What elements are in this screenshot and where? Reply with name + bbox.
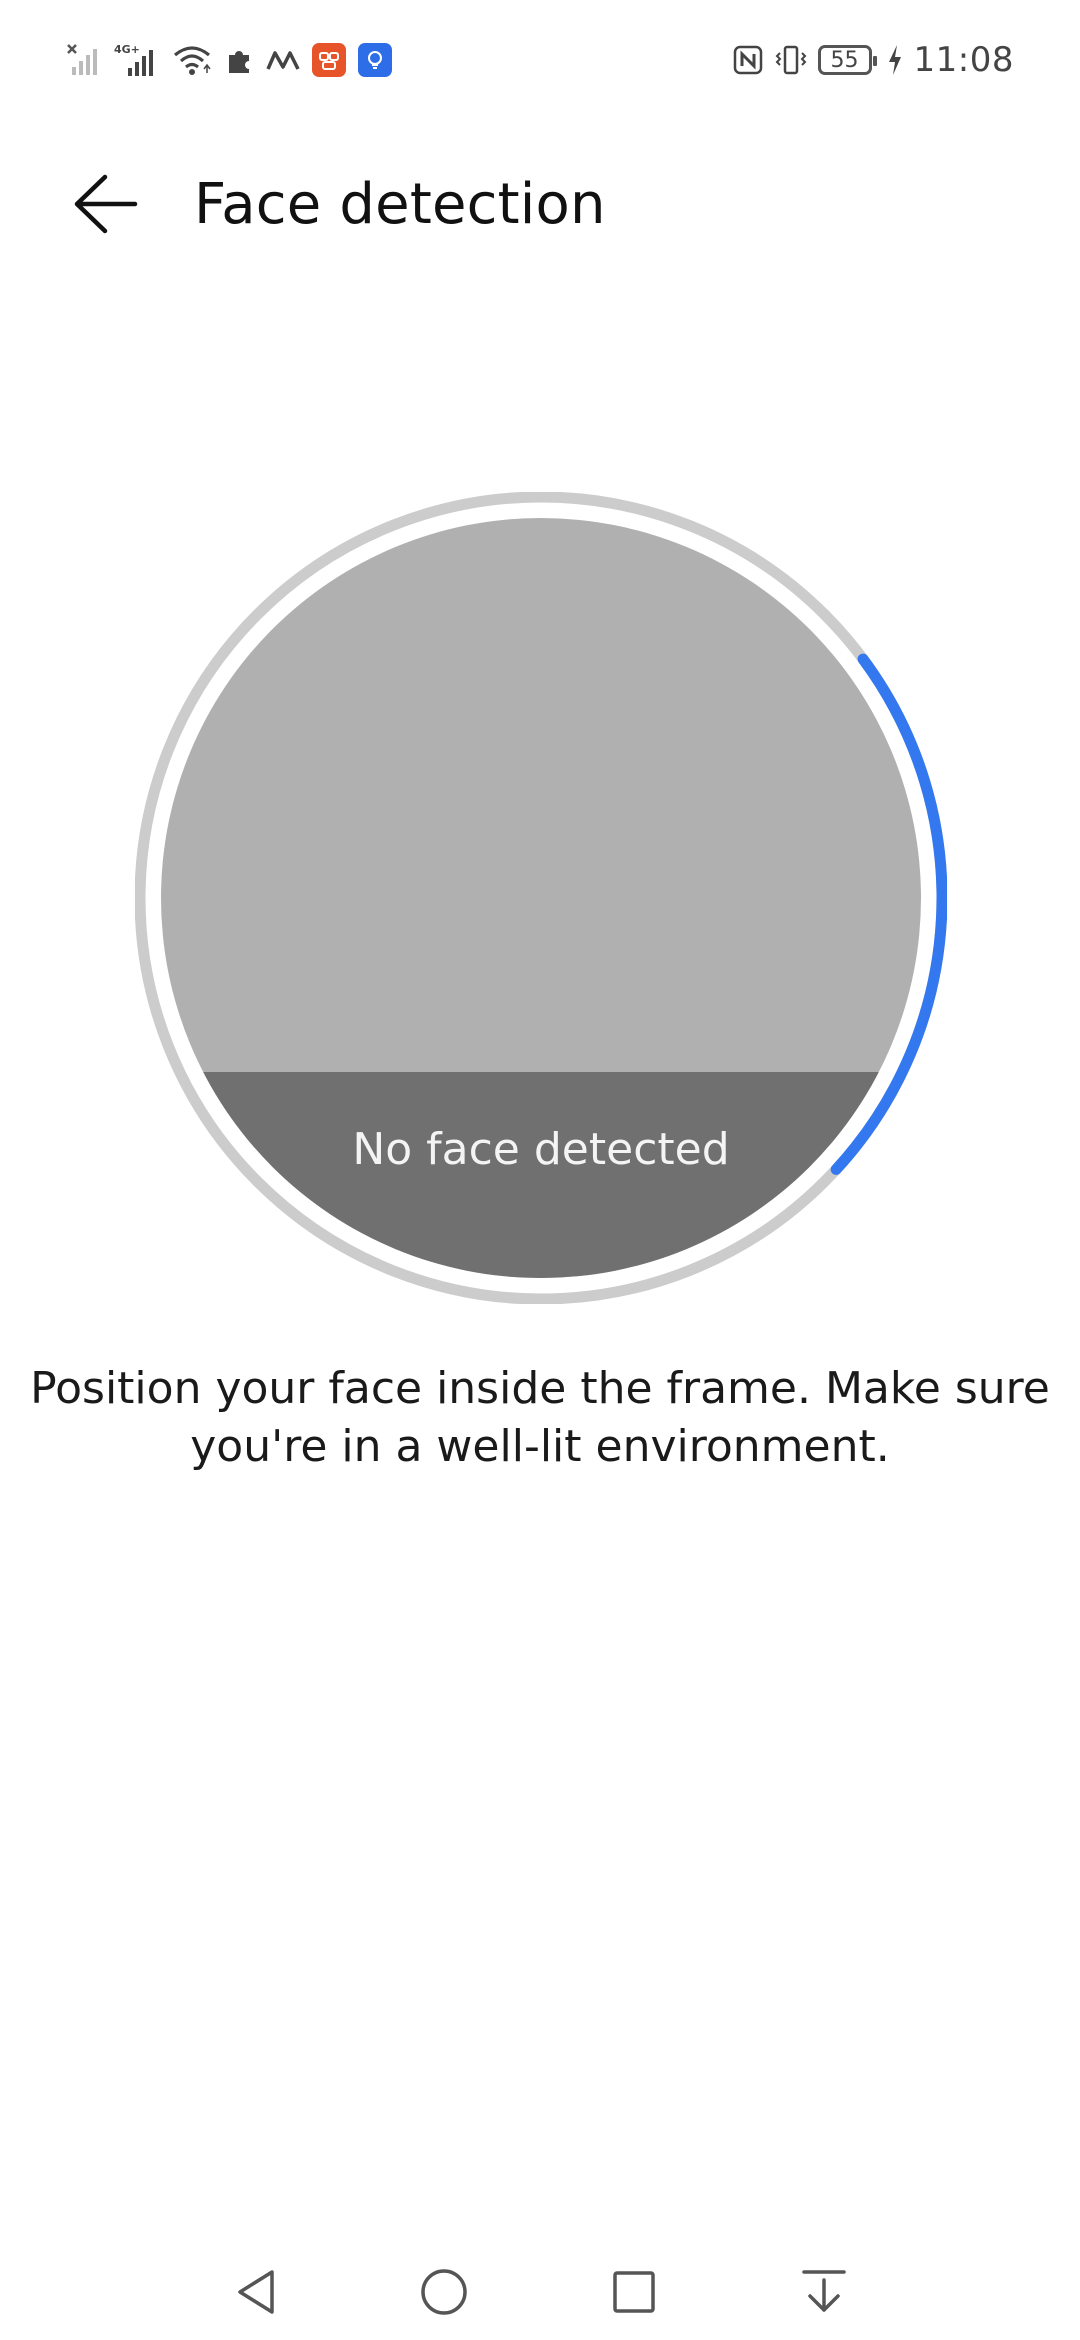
vibrate-icon [774, 43, 808, 77]
instruction-text: Position your face inside the frame. Mak… [30, 1363, 1050, 1472]
m-logo-icon [266, 47, 300, 73]
nav-home-icon [421, 2269, 467, 2315]
nfc-icon [732, 44, 764, 76]
back-arrow-icon [74, 174, 138, 234]
battery-icon: 55 [817, 45, 877, 75]
face-status-text: No face detected [352, 1124, 730, 1175]
face-detection-screen: 4G+ 55 11:08 Face detection No face dete… [0, 0, 1080, 2340]
status-bar: 4G+ 55 11:08 [0, 0, 1080, 120]
nav-back-icon [238, 2270, 274, 2314]
nav-recents-icon [613, 2271, 655, 2313]
app-notification-icon [312, 43, 346, 77]
back-button[interactable] [64, 162, 148, 246]
system-nav-bar [0, 2240, 1080, 2340]
nav-recents-button[interactable] [604, 2262, 664, 2322]
wifi-icon [172, 43, 212, 77]
page-title: Face detection [194, 172, 606, 237]
status-left: 4G+ [66, 38, 392, 82]
nav-notification-button[interactable] [794, 2262, 854, 2322]
lightbulb-app-icon [358, 43, 392, 77]
camera-frame: No face detected [135, 492, 947, 1304]
status-right: 55 11:08 [732, 38, 1014, 82]
signal-4g-icon: 4G+ [114, 42, 160, 78]
charging-icon [886, 43, 904, 77]
network-label: 4G+ [114, 43, 140, 56]
app-header: Face detection [0, 150, 1080, 250]
camera-svg [135, 492, 947, 1304]
nav-home-button[interactable] [414, 2262, 474, 2322]
puzzle-icon [224, 45, 254, 75]
signal-off-icon [66, 43, 102, 77]
nav-back-button[interactable] [226, 2262, 286, 2322]
clock: 11:08 [913, 40, 1014, 80]
nav-notification-icon [802, 2270, 846, 2312]
